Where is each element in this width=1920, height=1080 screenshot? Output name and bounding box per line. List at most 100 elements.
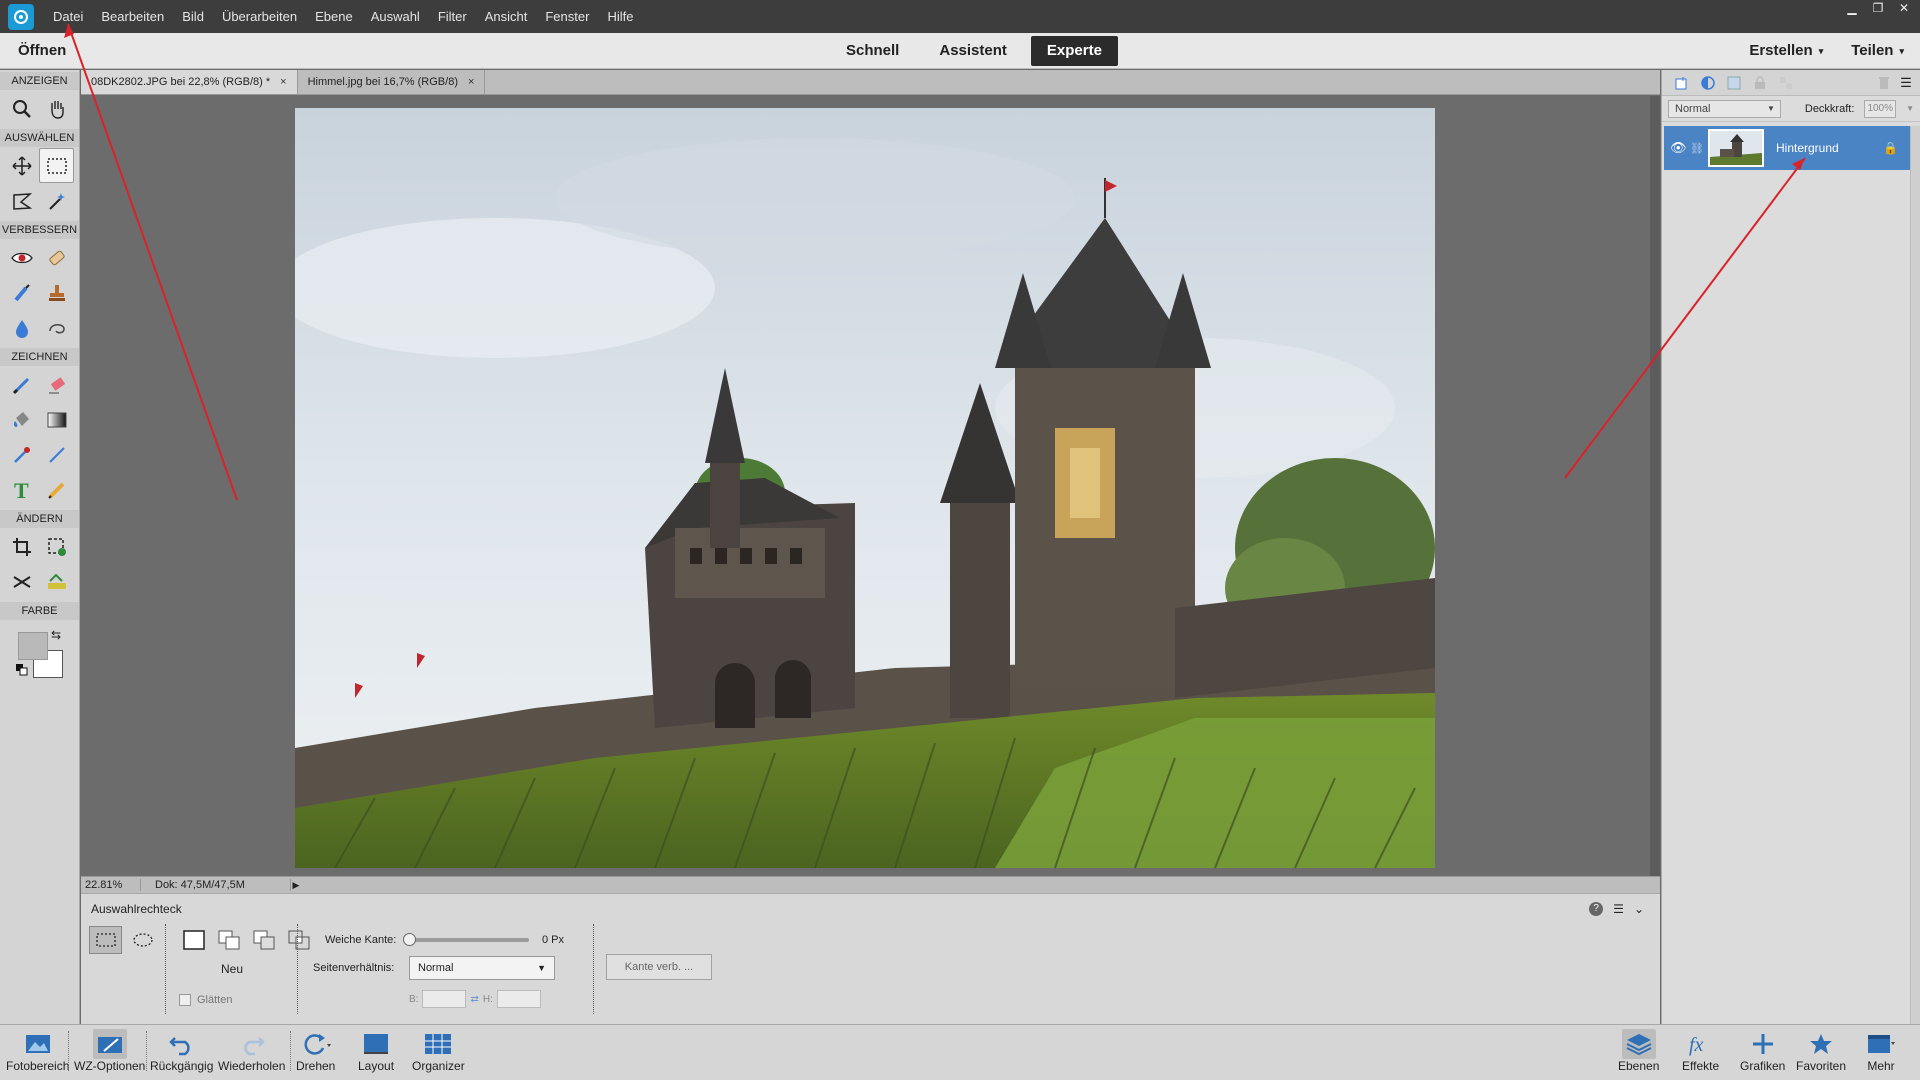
menu-auswahl[interactable]: Auswahl: [362, 0, 429, 33]
height-input[interactable]: [496, 990, 541, 1008]
sponge-tool-icon[interactable]: [39, 310, 74, 345]
adjustment-layer-icon[interactable]: [1700, 75, 1716, 91]
open-button[interactable]: Öffnen: [18, 33, 66, 69]
tab-schnell[interactable]: Schnell: [830, 36, 915, 66]
redo-button[interactable]: Wiederholen: [218, 1029, 285, 1073]
smart-brush-tool-icon[interactable]: [4, 275, 39, 310]
chevron-down-icon[interactable]: ▼: [1906, 104, 1914, 113]
swap-dimensions-icon[interactable]: ⇄: [470, 994, 478, 1005]
intersect-selection-icon[interactable]: [282, 926, 315, 954]
menu-ueberarbeiten[interactable]: Überarbeiten: [213, 0, 306, 33]
red-eye-tool-icon[interactable]: [4, 240, 39, 275]
blend-mode-select[interactable]: Normal ▼: [1668, 99, 1781, 118]
tool-options-button[interactable]: WZ-Optionen: [74, 1029, 145, 1073]
layer-mask-icon[interactable]: [1726, 75, 1742, 91]
lasso-tool-icon[interactable]: [4, 183, 39, 218]
width-input[interactable]: [422, 990, 467, 1008]
more-button[interactable]: Mehr: [1864, 1029, 1898, 1073]
undo-button[interactable]: Rückgängig: [150, 1029, 213, 1073]
close-icon[interactable]: ×: [468, 70, 474, 95]
menu-filter[interactable]: Filter: [429, 0, 476, 33]
close-window-icon[interactable]: ✕: [1894, 0, 1914, 16]
menu-fenster[interactable]: Fenster: [536, 0, 598, 33]
organizer-button[interactable]: Organizer: [412, 1029, 465, 1073]
zoom-level[interactable]: 22.81%: [81, 879, 141, 891]
link-icon[interactable]: ⛓: [1690, 142, 1708, 155]
canvas-area[interactable]: [81, 96, 1650, 876]
feather-slider[interactable]: [403, 933, 529, 946]
collapse-chevron-icon[interactable]: ⌄: [1634, 902, 1644, 916]
hand-tool-icon[interactable]: [39, 91, 74, 126]
lock-transparent-icon[interactable]: [1778, 75, 1794, 91]
visibility-eye-icon[interactable]: 👁: [1670, 140, 1690, 156]
magic-wand-tool-icon[interactable]: [39, 183, 74, 218]
menu-bearbeiten[interactable]: Bearbeiten: [92, 0, 173, 33]
panel-menu-icon[interactable]: ☰: [1898, 75, 1914, 91]
menu-ansicht[interactable]: Ansicht: [476, 0, 537, 33]
recompose-tool-icon[interactable]: [39, 529, 74, 564]
menu-ebene[interactable]: Ebene: [306, 0, 362, 33]
graphics-button[interactable]: Grafiken: [1740, 1029, 1785, 1073]
create-menu[interactable]: Erstellen ▾: [1749, 33, 1823, 69]
zoom-tool-icon[interactable]: [4, 91, 39, 126]
eraser-tool-icon[interactable]: [39, 367, 74, 402]
canvas-vertical-scrollbar[interactable]: [1650, 96, 1660, 876]
photo-bin-button[interactable]: Fotobereich: [6, 1029, 69, 1073]
effects-button[interactable]: fx Effekte: [1682, 1029, 1719, 1073]
help-icon[interactable]: ?: [1589, 902, 1604, 916]
checkbox-box[interactable]: [179, 994, 191, 1006]
app-logo-icon[interactable]: [8, 3, 34, 30]
refine-edge-button[interactable]: Kante verb. ...: [606, 954, 712, 980]
opacity-input[interactable]: 100%: [1864, 99, 1897, 118]
gradient-tool-icon[interactable]: [39, 402, 74, 437]
close-icon[interactable]: ×: [280, 70, 286, 95]
menu-bild[interactable]: Bild: [173, 0, 213, 33]
doc-tab-himmel[interactable]: Himmel.jpg bei 16,7% (RGB/8) ×: [298, 70, 486, 94]
lock-icon[interactable]: 🔒: [1883, 141, 1898, 155]
rect-marquee-tool-icon[interactable]: [39, 148, 74, 183]
layer-row[interactable]: 👁 ⛓ Hintergrund 🔒: [1664, 126, 1910, 170]
lock-all-icon[interactable]: [1752, 75, 1768, 91]
subtract-selection-icon[interactable]: [247, 926, 280, 954]
add-selection-icon[interactable]: [212, 926, 245, 954]
new-selection-icon[interactable]: [177, 926, 210, 954]
foreground-color-swatch[interactable]: [18, 632, 48, 660]
default-colors-icon[interactable]: [16, 664, 28, 676]
crop-tool-icon[interactable]: [4, 529, 39, 564]
status-menu-arrow-icon[interactable]: ▶: [291, 879, 301, 891]
doc-tab-castle[interactable]: 08DK2802.JPG bei 22,8% (RGB/8) * ×: [81, 70, 298, 94]
layout-button[interactable]: Layout: [358, 1029, 394, 1073]
anti-alias-checkbox[interactable]: Glätten: [179, 994, 232, 1006]
new-layer-icon[interactable]: [1674, 75, 1690, 91]
trash-icon[interactable]: [1876, 75, 1892, 91]
paint-bucket-tool-icon[interactable]: [4, 402, 39, 437]
feather-slider-handle[interactable]: [403, 933, 416, 946]
move-tool-icon[interactable]: [4, 148, 39, 183]
healing-brush-tool-icon[interactable]: [39, 240, 74, 275]
minimize-icon[interactable]: ▁: [1842, 0, 1862, 16]
layers-button[interactable]: Ebenen: [1618, 1029, 1659, 1073]
content-aware-move-tool-icon[interactable]: [4, 564, 39, 599]
layers-scrollbar[interactable]: [1910, 126, 1920, 1024]
clone-stamp-tool-icon[interactable]: [39, 275, 74, 310]
restore-icon[interactable]: ❐: [1868, 0, 1888, 16]
rectangular-marquee-button[interactable]: [89, 926, 122, 954]
straighten-tool-icon[interactable]: [39, 564, 74, 599]
line-tool-icon[interactable]: [39, 437, 74, 472]
favorites-button[interactable]: Favoriten: [1796, 1029, 1846, 1073]
options-menu-icon[interactable]: ☰: [1613, 902, 1624, 916]
menu-datei[interactable]: Datei: [44, 0, 92, 33]
aspect-ratio-select[interactable]: Normal ▼: [409, 956, 555, 980]
elliptical-marquee-button[interactable]: [126, 926, 159, 954]
blur-tool-icon[interactable]: [4, 310, 39, 345]
document-image[interactable]: [295, 108, 1435, 868]
menu-hilfe[interactable]: Hilfe: [598, 0, 642, 33]
eyedropper-tool-icon[interactable]: [4, 437, 39, 472]
swap-colors-icon[interactable]: ⇆: [51, 628, 61, 642]
brush-tool-icon[interactable]: [4, 367, 39, 402]
rotate-button[interactable]: Drehen: [296, 1029, 335, 1073]
text-tool-icon[interactable]: T: [4, 472, 39, 507]
tab-assistent[interactable]: Assistent: [923, 36, 1023, 66]
share-menu[interactable]: Teilen ▾: [1851, 33, 1904, 69]
pencil-tool-icon[interactable]: [39, 472, 74, 507]
